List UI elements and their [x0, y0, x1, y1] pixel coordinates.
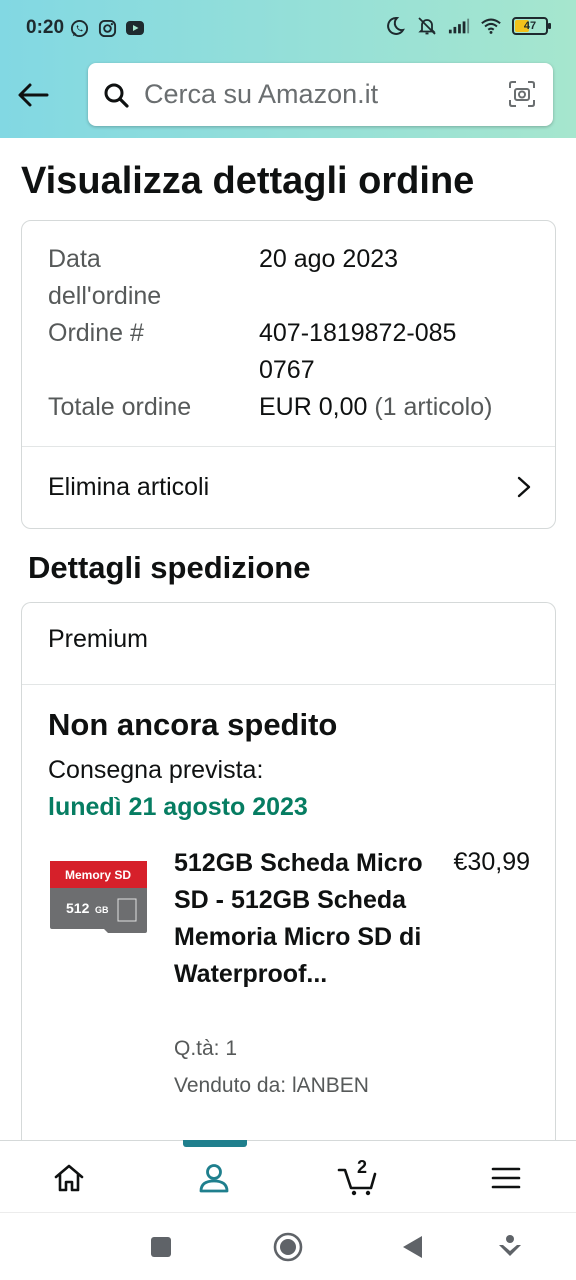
battery-tip: [548, 23, 551, 29]
product-image[interactable]: Memory SD 512 GB: [48, 859, 149, 935]
whatsapp-icon: [68, 17, 90, 39]
search-bar[interactable]: [88, 63, 553, 126]
status-bar: 0:20 47: [0, 0, 576, 58]
order-date-value: 20 ago 2023: [259, 245, 399, 273]
arrow-left-icon: [18, 83, 49, 107]
nav-home[interactable]: [44, 1155, 94, 1201]
chevron-down-icon: [499, 1235, 521, 1256]
youtube-icon: [124, 17, 146, 39]
system-icons: 47: [384, 15, 551, 37]
search-input[interactable]: [144, 79, 484, 110]
shipment-section-title: Dettagli spedizione: [28, 550, 311, 585]
bottom-nav: 2: [0, 1140, 576, 1212]
user-icon: [199, 1164, 229, 1193]
sd-card-unit: GB: [95, 905, 109, 915]
triangle-back-icon: [403, 1236, 422, 1258]
order-number-value: 407-1819872-0850767: [259, 319, 457, 384]
moon-icon: [384, 15, 406, 37]
signal-icon: [448, 15, 470, 37]
active-tab-indicator: [183, 1140, 247, 1147]
delete-items-label: Elimina articoli: [48, 472, 210, 501]
order-total-value: EUR 0,00: [259, 393, 368, 421]
battery-icon: 47: [512, 17, 551, 35]
product-quantity: Q.tà: 1: [174, 1037, 238, 1060]
home-icon: [54, 1164, 84, 1192]
delivery-label: Consegna prevista:: [48, 756, 264, 784]
product-title-link[interactable]: 512GB Scheda Micro SD - 512GB Scheda Mem…: [174, 845, 424, 993]
shipment-card: Premium Non ancora spedito Consegna prev…: [21, 602, 556, 1162]
back-system-button[interactable]: [396, 1231, 428, 1263]
hamburger-menu-icon: [491, 1167, 521, 1189]
notification-icons: [68, 17, 146, 39]
bell-off-icon: [416, 15, 438, 37]
assistant-button[interactable]: [494, 1231, 526, 1263]
product-price: €30,99: [453, 848, 530, 876]
order-date-row: Data dell'ordine 20 ago 2023: [48, 241, 529, 315]
nav-account[interactable]: [189, 1155, 239, 1201]
order-summary-card: Data dell'ordine 20 ago 2023 Ordine # 40…: [21, 220, 556, 529]
order-number-row: Ordine # 407-1819872-0850767: [48, 315, 529, 389]
shipment-status: Non ancora spedito: [48, 707, 338, 742]
order-total-items: (1 articolo): [374, 393, 493, 421]
square-icon: [151, 1237, 171, 1257]
sd-card-capacity: 512: [66, 900, 90, 916]
page-title: Visualizza dettagli ordine: [21, 160, 475, 202]
nav-menu[interactable]: [481, 1155, 531, 1201]
system-nav-bar: [0, 1212, 576, 1280]
app-header: 0:20 47 Cerca su Amazon.it: [0, 0, 576, 138]
back-button[interactable]: [14, 76, 52, 114]
search-icon: [102, 81, 130, 109]
cart-count-badge: 2: [357, 1157, 368, 1177]
home-system-button[interactable]: [272, 1231, 304, 1263]
status-time: 0:20: [26, 17, 65, 38]
battery-percent: 47: [523, 20, 537, 32]
wifi-icon: [480, 15, 502, 37]
nav-cart[interactable]: 2: [334, 1155, 384, 1201]
order-total-row: Totale ordine EUR 0,00 (1 articolo): [48, 389, 529, 426]
chevron-right-icon: [517, 476, 531, 498]
camera-scan-icon[interactable]: [507, 79, 537, 109]
order-total-label: Totale ordine: [48, 393, 192, 421]
circle-icon: [273, 1232, 303, 1262]
order-total-value-wrap: EUR 0,00 (1 articolo): [259, 389, 549, 426]
order-number-label: Ordine #: [48, 319, 144, 347]
shipping-service: Premium: [48, 625, 149, 653]
card-divider: [22, 684, 555, 685]
delete-items-link[interactable]: Elimina articoli: [22, 447, 555, 527]
delivery-date: lunedì 21 agosto 2023: [48, 793, 308, 821]
sd-card-image: Memory SD 512 GB: [50, 861, 147, 933]
recent-apps-button[interactable]: [145, 1231, 177, 1263]
product-seller: Venduto da: lANBEN: [174, 1074, 369, 1097]
order-date-label: Data dell'ordine: [48, 245, 162, 310]
sd-card-label: Memory SD: [65, 868, 131, 882]
instagram-icon: [96, 17, 118, 39]
